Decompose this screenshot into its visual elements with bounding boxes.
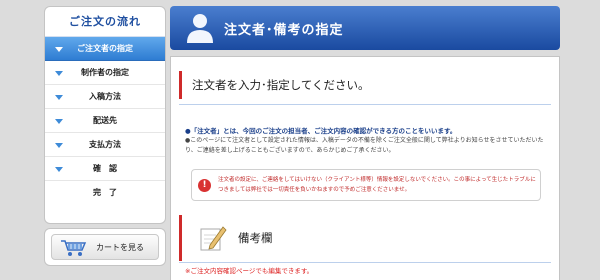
step-payment: 支払方法 xyxy=(45,133,165,157)
step-label: ご注文者の指定 xyxy=(77,44,133,53)
pen-icon xyxy=(200,226,227,251)
remarks-note: ※ご注文内容確認ページでも編集できます。 xyxy=(185,267,314,275)
chevron-down-icon xyxy=(55,71,63,76)
warning-icon: ! xyxy=(198,179,211,192)
chevron-down-icon xyxy=(55,143,63,148)
step-orderer: ご注文者の指定 xyxy=(45,37,165,61)
remarks-section-header: 備考欄 xyxy=(179,215,551,261)
order-flow-sidebar: ご注文の流れ ご注文者の指定 制作者の指定 入稿方法 配送先 支払方法 確 認 … xyxy=(44,6,166,224)
step-label: 完 了 xyxy=(93,188,117,197)
page-header: 注文者･備考の指定 xyxy=(170,6,560,50)
section-title: 注文者を入力･指定してください。 xyxy=(179,71,551,99)
orderer-info-note: ●このページにて注文者として設定された情報は、入稿データの不備を除くご注文全般に… xyxy=(185,137,544,154)
step-submission-method: 入稿方法 xyxy=(45,85,165,109)
chevron-down-icon xyxy=(55,167,63,172)
step-label: 配送先 xyxy=(93,116,117,125)
remarks-title: 備考欄 xyxy=(238,231,273,245)
view-cart-label: カートを見る xyxy=(96,243,144,252)
cart-panel: カートを見る xyxy=(44,228,166,266)
chevron-down-icon xyxy=(55,95,63,100)
step-label: 入稿方法 xyxy=(89,92,121,101)
step-confirm: 確 認 xyxy=(45,157,165,181)
step-producer: 制作者の指定 xyxy=(45,61,165,85)
orderer-definition-note: ●「注文者」とは、今回のご注文の担当者、ご注文内容の確認ができる方のことをいいま… xyxy=(185,127,457,135)
view-cart-button[interactable]: カートを見る xyxy=(51,234,159,260)
warning-text: 注文者の設定に、ご連絡をしてはいけない（クライアント様等）情報を設定しないでくだ… xyxy=(218,177,536,193)
step-label: 制作者の指定 xyxy=(81,68,129,77)
step-delivery: 配送先 xyxy=(45,109,165,133)
divider xyxy=(179,262,551,263)
step-complete: 完 了 xyxy=(45,181,165,205)
chevron-down-icon xyxy=(55,119,63,124)
page-title: 注文者･備考の指定 xyxy=(224,23,344,38)
chevron-down-icon xyxy=(55,47,63,52)
step-label: 確 認 xyxy=(93,164,117,173)
main-content: 注文者を入力･指定してください。 ●「注文者」とは、今回のご注文の担当者、ご注文… xyxy=(170,56,560,280)
step-label: 支払方法 xyxy=(89,140,121,149)
sidebar-title: ご注文の流れ xyxy=(45,7,165,37)
person-icon xyxy=(187,14,213,43)
warning-box: ! 注文者の設定に、ご連絡をしてはいけない（クライアント様等）情報を設定しないで… xyxy=(191,169,541,201)
cart-icon xyxy=(61,240,87,256)
divider xyxy=(179,104,551,105)
